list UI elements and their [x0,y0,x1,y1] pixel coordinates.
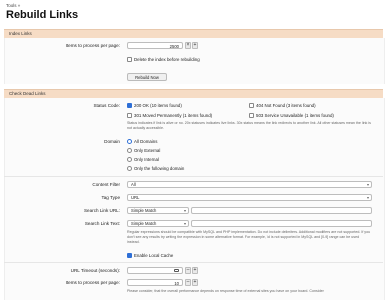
search-link-url-mode-select[interactable]: Simple Match ▾ [127,207,189,214]
increment-button[interactable]: + [192,267,198,274]
domain-option: Only Internal [134,157,159,162]
tag-type-label: Tag Type [101,195,120,200]
domain-external-radio[interactable] [127,148,132,153]
status-200-checkbox[interactable] [127,103,132,108]
increment-button[interactable]: + [192,279,198,286]
domain-internal-radio[interactable] [127,157,132,162]
url-timeout-label: URL Timeout (seconds): [70,268,120,273]
url-timeout-input[interactable] [127,267,183,274]
divider [4,176,383,177]
performance-hint: Please consider, that the overall perfor… [127,289,324,293]
domain-option: Only External [134,148,161,153]
domain-option: Only the following domain [134,166,185,171]
domain-label: Domain [104,139,120,144]
decrement-button[interactable]: – [185,267,191,274]
items-per-page-input[interactable]: 10 [127,279,183,286]
domain-all-radio[interactable] [127,139,132,144]
chevron-down-icon: ▾ [366,195,369,200]
status-301-checkbox[interactable] [127,113,132,118]
status-404-checkbox[interactable] [249,103,254,108]
search-link-url-input[interactable] [191,207,372,214]
decrement-button[interactable]: × [185,42,191,49]
search-link-url-label: Search Link URL: [83,208,120,213]
content-filter-select[interactable]: All ▾ [127,181,372,188]
chevron-down-icon: ▾ [183,221,186,226]
domain-following-radio[interactable] [127,166,132,171]
decrement-button[interactable]: – [185,279,191,286]
items-per-page-input[interactable]: 2500 [127,42,183,49]
rebuild-now-button[interactable]: Rebuild Now [127,73,167,81]
domain-option: All Domains [134,139,158,144]
search-link-text-mode-select[interactable]: Simple Match ▾ [127,220,189,227]
content-filter-label: Content Filter [92,182,120,187]
delete-index-label: Delete the index before rebuilding [134,57,200,62]
page: Tools » Rebuild Links Index Links Items … [0,0,387,300]
status-503-label: 503 Service Unavailable (1 items found) [256,113,334,118]
items-per-page-label: Items to process per page: [65,280,120,285]
status-200-label: 200 OK (10 items found) [134,103,182,108]
enable-local-cache-checkbox[interactable] [127,253,132,258]
divider [4,262,383,263]
enable-local-cache-label: Enable Local Cache [134,253,174,258]
search-link-text-input[interactable] [191,220,372,227]
items-per-page-label: Items to process per page: [65,43,120,48]
regex-hint: Regular expressions should be compatible… [127,230,371,244]
delete-index-checkbox[interactable] [127,57,132,62]
search-link-text-label: Search Link Text: [84,221,120,226]
chevron-down-icon: ▾ [183,208,186,213]
chevron-down-icon: ▾ [366,182,369,187]
status-503-checkbox[interactable] [249,113,254,118]
status-301-label: 301 Moved Permanently (1 items found) [134,113,213,118]
status-code-label: Status Code: [93,103,120,108]
status-404-label: 404 Not Found (3 items found) [256,103,316,108]
increment-button[interactable]: + [192,42,198,49]
tag-type-select[interactable]: URL ▾ [127,194,372,201]
breadcrumb[interactable]: Tools » [6,3,20,8]
status-hint: Status indicates if link is alive or no.… [127,121,371,130]
keyboard-icon [174,269,179,272]
page-title: Rebuild Links [6,9,79,21]
